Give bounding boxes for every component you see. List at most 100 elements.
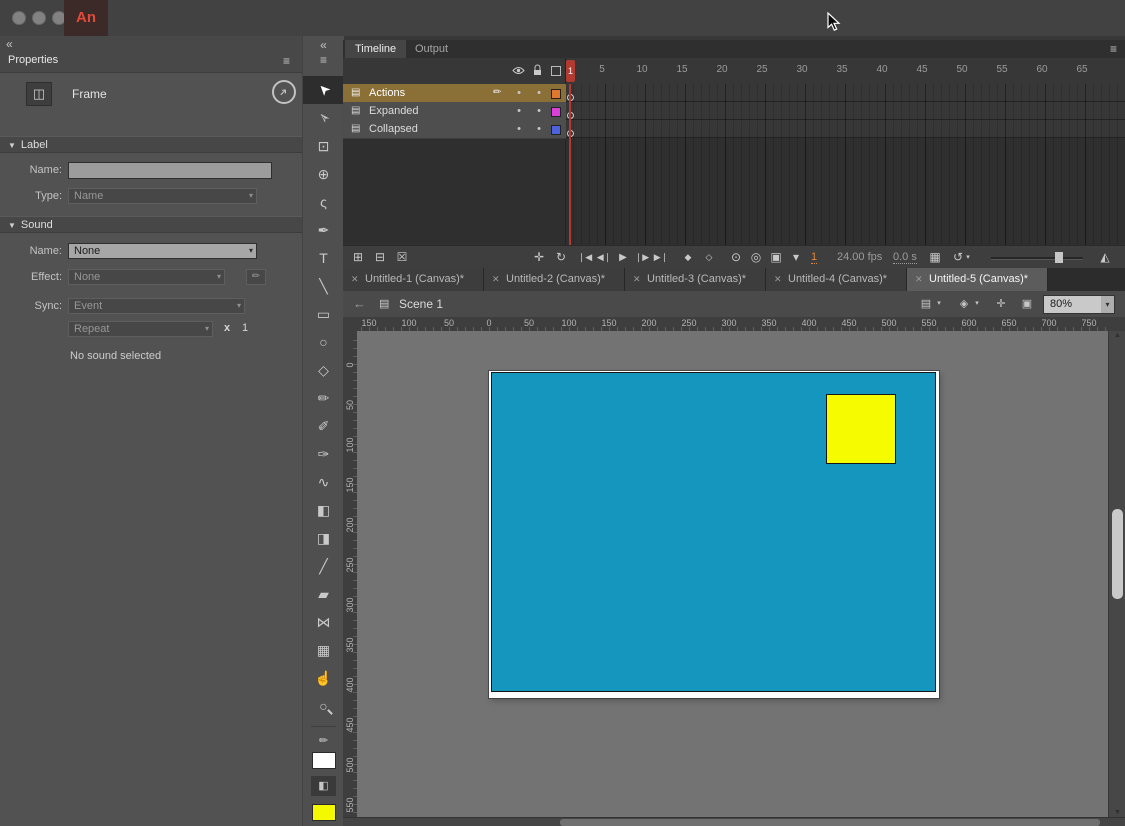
- tab-timeline[interactable]: Timeline: [345, 40, 406, 58]
- ink-bottle-tool[interactable]: ◨: [303, 524, 344, 552]
- sound-name-dropdown[interactable]: None ▾: [68, 243, 257, 259]
- eyedropper-tool[interactable]: ╱: [303, 552, 344, 580]
- loop-button[interactable]: ↻: [552, 246, 570, 269]
- pasteboard[interactable]: [357, 331, 1108, 817]
- scroll-down-icon[interactable]: ▼: [1109, 809, 1125, 816]
- repeat-count-value[interactable]: 1: [242, 322, 248, 334]
- zoom-level-combo[interactable]: 80% ▾: [1043, 295, 1115, 314]
- chevron-down-icon[interactable]: ▾: [934, 291, 944, 317]
- close-icon[interactable]: ✕: [351, 268, 359, 291]
- layer-name-label[interactable]: Collapsed: [369, 120, 418, 138]
- onion-skin-button[interactable]: ⊙: [727, 246, 745, 269]
- paint-bucket-tool[interactable]: ◧: [303, 496, 344, 524]
- resize-timeline-view-button[interactable]: ◭: [1096, 246, 1114, 269]
- playhead-line[interactable]: [569, 84, 571, 245]
- new-folder-button[interactable]: ⊟: [371, 246, 389, 269]
- onion-skin-outlines-button[interactable]: ◎: [747, 246, 765, 269]
- layer-row-actions[interactable]: ▤ Actions ✏ • •: [343, 84, 566, 103]
- go-to-last-frame-button[interactable]: ▶❘: [652, 246, 670, 269]
- step-back-button[interactable]: ◀❘: [595, 246, 613, 269]
- stroke-color-swatch[interactable]: [312, 752, 336, 769]
- bone-tool[interactable]: ∿: [303, 468, 344, 496]
- show-all-layers-button[interactable]: [512, 66, 525, 78]
- insert-blank-keyframe-button[interactable]: ◇: [700, 246, 718, 269]
- stroke-color-icon[interactable]: ✏: [303, 734, 344, 747]
- close-icon[interactable]: ✕: [915, 268, 923, 291]
- rectangle-tool[interactable]: ▭: [303, 300, 344, 328]
- doc-tab-untitled-3[interactable]: ✕ Untitled-3 (Canvas)*: [625, 268, 766, 291]
- layer-name-label[interactable]: Expanded: [369, 102, 419, 120]
- zoom-tool[interactable]: ○: [303, 692, 344, 720]
- paint-brush-tool[interactable]: ✐: [303, 412, 344, 440]
- stage[interactable]: [489, 371, 939, 698]
- section-header-sound[interactable]: ▼Sound: [0, 216, 302, 233]
- fill-color-icon[interactable]: ◧: [311, 776, 336, 796]
- layer-name-label[interactable]: Actions: [369, 84, 405, 102]
- center-frame-button[interactable]: ✛: [530, 246, 548, 269]
- classic-brush-tool[interactable]: ✑: [303, 440, 344, 468]
- doc-tab-untitled-2[interactable]: ✕ Untitled-2 (Canvas)*: [484, 268, 625, 291]
- fill-color-swatch[interactable]: [312, 804, 336, 821]
- 3d-rotation-tool[interactable]: ⊕: [303, 160, 344, 188]
- layer-visibility-toggle[interactable]: •: [513, 120, 525, 138]
- yellow-rectangle[interactable]: [826, 394, 896, 464]
- polystar-tool[interactable]: ◇: [303, 356, 344, 384]
- edit-effect-button[interactable]: ✏: [246, 269, 266, 285]
- sound-effect-dropdown[interactable]: None ▾: [68, 269, 225, 285]
- layer-color-swatch[interactable]: [551, 107, 561, 117]
- width-tool[interactable]: ⋈: [303, 608, 344, 636]
- tab-output[interactable]: Output: [405, 40, 458, 58]
- frame-rate-value[interactable]: 24.00 fps: [837, 246, 882, 269]
- layer-row-collapsed[interactable]: ▤ Collapsed • •: [343, 120, 566, 139]
- scroll-up-icon[interactable]: ▲: [1109, 332, 1125, 339]
- elapsed-time-value[interactable]: 0.0 s: [893, 246, 917, 264]
- center-stage-button[interactable]: ✛: [993, 291, 1009, 317]
- close-window-button[interactable]: [12, 11, 26, 25]
- edit-scene-button[interactable]: ▤: [918, 291, 934, 317]
- tab-properties[interactable]: Properties: [8, 54, 58, 66]
- line-tool[interactable]: ╲: [303, 272, 344, 300]
- layer-lock-toggle[interactable]: •: [533, 102, 545, 120]
- horizontal-scrollbar[interactable]: [343, 817, 1125, 826]
- step-forward-button[interactable]: ❘▶: [633, 246, 651, 269]
- vertical-scrollbar-thumb[interactable]: [1112, 509, 1123, 599]
- sound-sync-dropdown[interactable]: Event ▾: [68, 298, 245, 314]
- edit-symbols-button[interactable]: ◈: [956, 291, 972, 317]
- layer-color-swatch[interactable]: [551, 89, 561, 99]
- outline-all-layers-button[interactable]: [551, 66, 561, 76]
- pencil-tool[interactable]: ✏: [303, 384, 344, 412]
- subselection-tool[interactable]: ➢: [303, 104, 344, 132]
- vertical-scrollbar[interactable]: ▲ ▼: [1108, 331, 1125, 817]
- selection-tool[interactable]: ➤: [303, 76, 344, 104]
- layer-color-swatch[interactable]: [551, 125, 561, 135]
- pin-properties-button[interactable]: ➔: [272, 80, 296, 104]
- section-header-label[interactable]: ▼Label: [0, 136, 302, 153]
- label-name-input[interactable]: [68, 162, 272, 179]
- layer-visibility-toggle[interactable]: •: [513, 102, 525, 120]
- pen-tool[interactable]: ✒: [303, 216, 344, 244]
- collapse-tools-icon[interactable]: «: [303, 38, 344, 52]
- hand-tool[interactable]: ☝: [303, 664, 344, 692]
- doc-tab-untitled-1[interactable]: ✕ Untitled-1 (Canvas)*: [343, 268, 484, 291]
- eraser-tool[interactable]: ▰: [303, 580, 344, 608]
- timeline-options-button[interactable]: ▦: [926, 246, 944, 269]
- current-frame-value[interactable]: 1: [811, 246, 817, 264]
- playhead[interactable]: 1: [566, 60, 575, 82]
- free-transform-tool[interactable]: ⊡: [303, 132, 344, 160]
- sound-repeat-dropdown[interactable]: Repeat ▾: [68, 321, 213, 337]
- chevron-down-icon[interactable]: ▾: [972, 291, 982, 317]
- oval-tool[interactable]: ○: [303, 328, 344, 356]
- lasso-tool[interactable]: ς: [303, 188, 344, 216]
- clip-content-button[interactable]: ▣: [1019, 291, 1035, 317]
- timeline-zoom-slider[interactable]: [991, 257, 1083, 260]
- timeline-zoom-slider-handle[interactable]: [1055, 252, 1063, 263]
- minimize-window-button[interactable]: [32, 11, 46, 25]
- insert-keyframe-button[interactable]: ◆: [679, 246, 697, 269]
- close-icon[interactable]: ✕: [633, 268, 641, 291]
- layer-row-expanded[interactable]: ▤ Expanded • •: [343, 102, 566, 121]
- modify-markers-button[interactable]: ▾: [787, 246, 805, 269]
- label-type-dropdown[interactable]: Name ▾: [68, 188, 257, 204]
- timeline-menu-icon[interactable]: ≡: [1110, 40, 1117, 58]
- new-layer-button[interactable]: ⊞: [349, 246, 367, 269]
- camera-tool[interactable]: ▦: [303, 636, 344, 664]
